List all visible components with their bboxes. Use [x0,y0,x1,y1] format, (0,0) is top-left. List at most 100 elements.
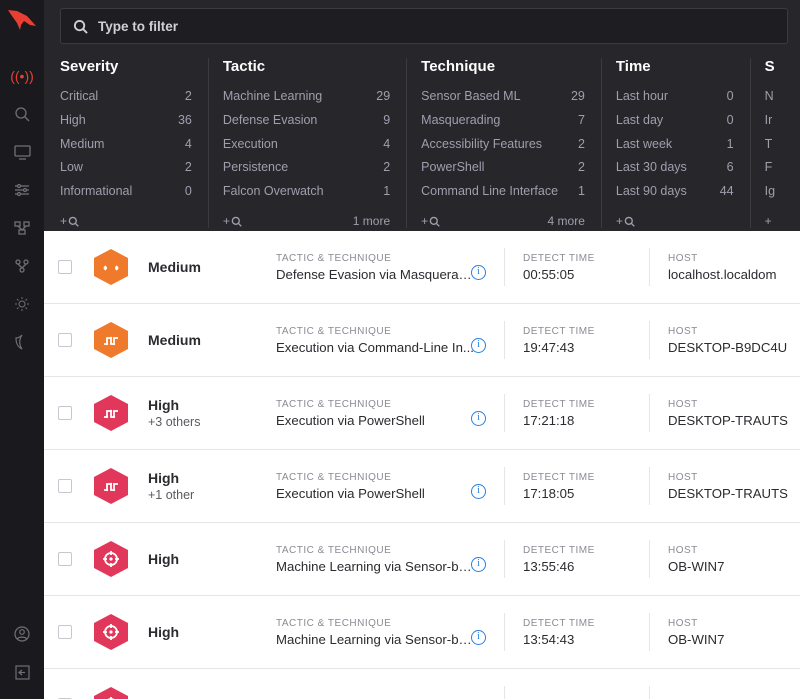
nav-shield-icon[interactable] [0,323,44,361]
facet-item[interactable]: Informational0 [60,180,192,204]
facet-item[interactable]: Sensor Based ML29 [421,85,585,109]
detection-row[interactable]: Medium TACTIC & TECHNIQUE Execution via … [44,304,800,377]
facet-more[interactable]: 4 more [548,214,585,228]
facet-item[interactable]: Critical2 [60,85,192,109]
info-icon[interactable]: i [471,411,486,426]
facet-item[interactable]: Last day0 [616,109,734,133]
facet-add-search[interactable]: + [60,214,79,228]
left-nav: ((•)) [0,0,44,699]
tactic-value: Execution via PowerShell [276,413,474,428]
facet-title: Severity [60,58,192,75]
nav-user-icon[interactable] [0,615,44,653]
tactic-label: TACTIC & TECHNIQUE [276,399,474,410]
nav-branch-icon[interactable] [0,247,44,285]
tactic-block: TACTIC & TECHNIQUE Machine Learning via … [276,545,486,574]
col-divider [504,321,505,359]
detect-time-block: DETECT TIME 13:54:43 [523,618,631,647]
host-block: HOST OB-WIN7 [668,618,724,647]
facet-more[interactable]: 1 more [353,214,390,228]
info-icon[interactable]: i [471,630,486,645]
col-divider [504,467,505,505]
detection-row[interactable]: High +3 others TACTIC & TECHNIQUE Execut… [44,377,800,450]
info-icon[interactable]: i [471,484,486,499]
nav-activity-icon[interactable]: ((•)) [0,57,44,95]
facet-item[interactable]: Masquerading7 [421,109,585,133]
facet-item[interactable]: Accessibility Features2 [421,133,585,157]
severity-block: Medium [148,332,276,348]
facet-item[interactable]: Defense Evasion9 [223,109,390,133]
facet-item[interactable]: Ir [765,109,800,133]
nav-sun-icon[interactable] [0,285,44,323]
facet-item[interactable]: Falcon Overwatch1 [223,180,390,204]
detection-row[interactable]: High TACTIC & TECHNIQUE Machine Learning… [44,596,800,669]
facet-title: Technique [421,58,585,75]
tactic-value: Defense Evasion via Masqueradi... [276,267,474,282]
row-checkbox[interactable] [58,406,72,420]
facet-technique: Technique Sensor Based ML29 Masquerading… [421,58,602,228]
tactic-block: TACTIC & TECHNIQUE Execution via PowerSh… [276,472,486,501]
filter-input[interactable] [98,19,775,34]
facet-item[interactable]: Persistence2 [223,156,390,180]
facet-item[interactable]: Last week1 [616,133,734,157]
nav-topology-icon[interactable] [0,209,44,247]
severity-hex-icon [92,394,130,432]
facet-item[interactable]: T [765,133,800,157]
facet-item[interactable]: Last 30 days6 [616,156,734,180]
facet-add-search[interactable]: + [223,214,242,228]
facet-add-search[interactable]: + [765,214,773,228]
facet-tactic: Tactic Machine Learning29 Defense Evasio… [223,58,407,228]
nav-exit-icon[interactable] [0,653,44,691]
col-divider [504,613,505,651]
detection-row[interactable]: High TACTIC & TECHNIQUE Machine Learning… [44,523,800,596]
facet-item[interactable]: Ig [765,180,800,204]
severity-hex-icon [92,686,130,699]
severity-block: High [148,551,276,567]
info-icon[interactable]: i [471,265,486,280]
facet-item[interactable]: Last hour0 [616,85,734,109]
facet-item[interactable]: PowerShell2 [421,156,585,180]
facet-add-search[interactable]: + [616,214,635,228]
row-checkbox[interactable] [58,260,72,274]
nav-sliders-icon[interactable] [0,171,44,209]
severity-hex-icon [92,540,130,578]
severity-label: High [148,624,276,640]
detect-value: 17:18:05 [523,486,631,501]
row-checkbox[interactable] [58,625,72,639]
facet-item[interactable]: Last 90 days44 [616,180,734,204]
info-icon[interactable]: i [471,338,486,353]
detect-time-block: DETECT TIME 17:21:18 [523,399,631,428]
filter-panel: Severity Critical2 High36 Medium4 Low2 I… [44,0,800,238]
row-checkbox[interactable] [58,552,72,566]
host-value: localhost.localdom [668,267,777,282]
nav-monitor-icon[interactable] [0,133,44,171]
severity-block: High [148,624,276,640]
facet-item[interactable]: Medium4 [60,133,192,157]
host-block: HOST DESKTOP-TRAUTS [668,399,788,428]
facet-item[interactable]: Low2 [60,156,192,180]
row-checkbox[interactable] [58,333,72,347]
facet-item[interactable]: Command Line Interface1 [421,180,585,204]
facet-item[interactable]: N [765,85,800,109]
detection-row[interactable]: High TACTIC & TECHNIQUE i DETECT TIME HO… [44,669,800,699]
detect-value: 19:47:43 [523,340,631,355]
severity-block: High +1 other [148,470,276,502]
facet-item[interactable]: Machine Learning29 [223,85,390,109]
facet-item[interactable]: Execution4 [223,133,390,157]
facet-title: Tactic [223,58,390,75]
severity-hex-icon [92,613,130,651]
facet-add-search[interactable]: + [421,214,440,228]
detection-row[interactable]: Medium TACTIC & TECHNIQUE Defense Evasio… [44,231,800,304]
row-checkbox[interactable] [58,479,72,493]
filter-search[interactable] [60,8,788,44]
detect-label: DETECT TIME [523,472,631,483]
nav-search-icon[interactable] [0,95,44,133]
detection-row[interactable]: High +1 other TACTIC & TECHNIQUE Executi… [44,450,800,523]
facet-item[interactable]: F [765,156,800,180]
tactic-value: Execution via PowerShell [276,486,474,501]
info-icon[interactable]: i [471,557,486,572]
host-label: HOST [668,399,788,410]
col-divider [504,248,505,286]
col-divider [504,686,505,699]
facet-item[interactable]: High36 [60,109,192,133]
tactic-value: Execution via Command-Line In... [276,340,474,355]
